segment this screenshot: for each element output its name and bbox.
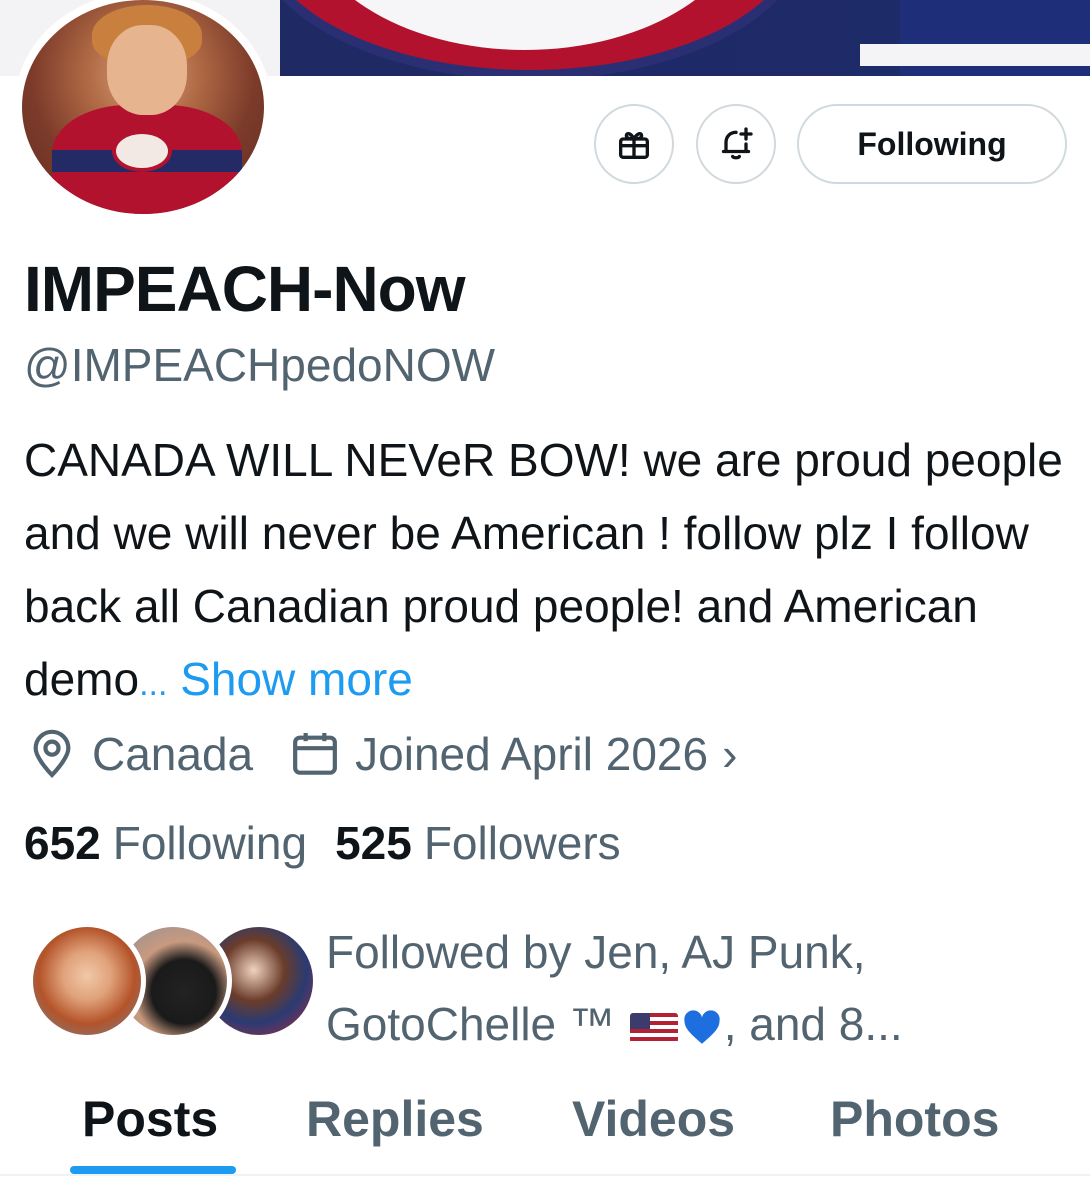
display-name: IMPEACH-Now	[24, 253, 466, 325]
profile-meta: Canada Joined April 2026 ›	[24, 722, 771, 786]
tab-posts[interactable]: Posts	[82, 1090, 218, 1148]
location-text: Canada	[92, 728, 254, 780]
tab-replies[interactable]: Replies	[306, 1090, 484, 1148]
tab-photos[interactable]: Photos	[830, 1090, 999, 1148]
profile-bio: CANADA WILL NEVeR BOW! we are proud peop…	[24, 424, 1074, 721]
profile-tabs: Posts Replies Videos Photos	[0, 1080, 1090, 1176]
gift-icon	[619, 132, 649, 159]
bio-ellipsis: ...	[139, 665, 168, 703]
profile-page: Following IMPEACH-Now @IMPEACHpedoNOW CA…	[0, 0, 1090, 1200]
joined-date[interactable]: Joined April 2026 ›	[287, 726, 737, 782]
us-flag-icon	[629, 1012, 678, 1043]
bell-plus-icon	[721, 127, 753, 160]
calendar-icon	[293, 733, 338, 775]
active-tab-indicator	[70, 1166, 236, 1174]
location: Canada	[24, 726, 253, 782]
avatar	[28, 922, 146, 1040]
profile-avatar[interactable]	[14, 0, 272, 222]
tab-videos[interactable]: Videos	[572, 1090, 735, 1148]
show-more-link[interactable]: Show more	[180, 653, 413, 705]
followed-by-avatars[interactable]	[28, 922, 318, 1042]
followed-by-text[interactable]: Followed by Jen, AJ Punk, GotoChelle ™ ,…	[326, 916, 1066, 1060]
blue-heart-icon	[684, 1010, 720, 1044]
user-handle: @IMPEACHpedoNOW	[24, 339, 496, 391]
habs-logo	[112, 130, 172, 172]
follow-counts: 652 Following 525 Followers	[24, 816, 649, 870]
gift-button[interactable]	[594, 104, 674, 184]
joined-text: Joined April 2026	[355, 728, 709, 780]
following-button[interactable]: Following	[797, 104, 1067, 184]
location-pin-icon	[33, 729, 71, 778]
followers-count-link[interactable]: 525 Followers	[335, 816, 621, 870]
following-count-link[interactable]: 652 Following	[24, 816, 307, 870]
notify-button[interactable]	[696, 104, 776, 184]
chevron-right-icon: ›	[722, 728, 738, 780]
